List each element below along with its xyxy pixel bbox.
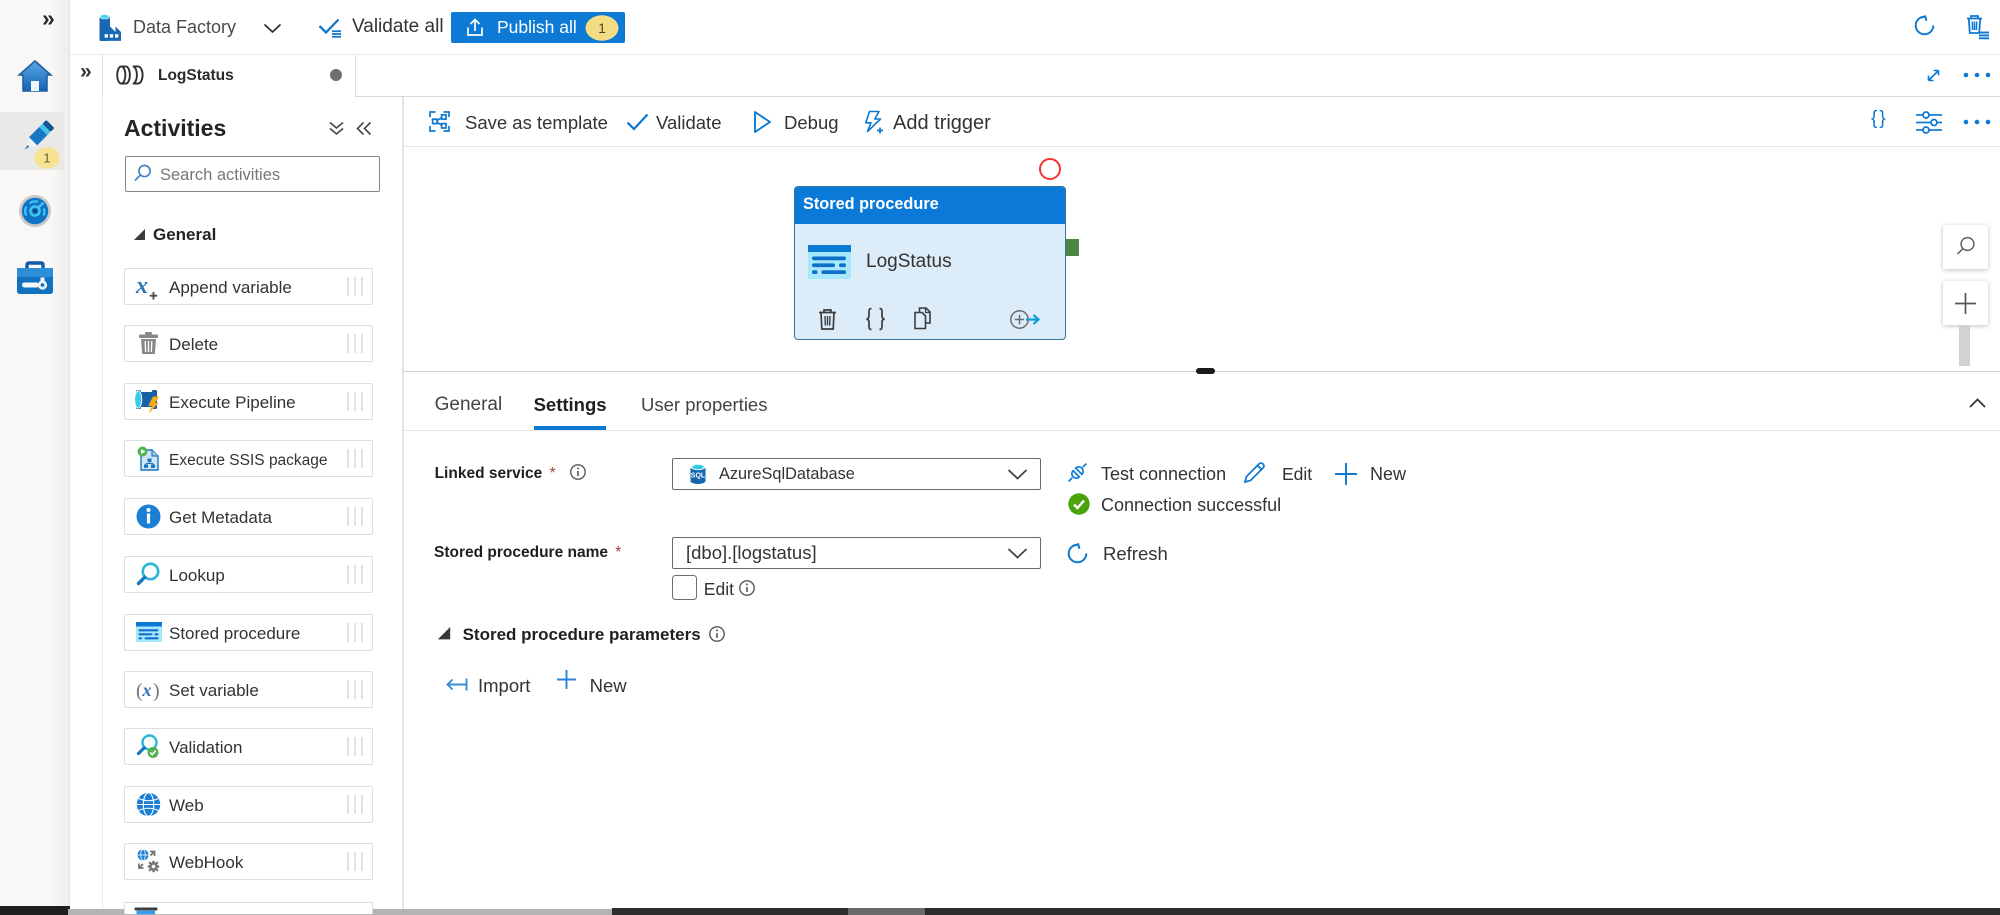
- svg-text:SQL: SQL: [691, 473, 706, 480]
- svg-text:1: 1: [598, 20, 606, 35]
- svg-text:1: 1: [43, 151, 50, 166]
- svg-text:x: x: [135, 273, 148, 299]
- svg-text:x: x: [142, 680, 152, 700]
- svg-text:): ): [153, 680, 160, 702]
